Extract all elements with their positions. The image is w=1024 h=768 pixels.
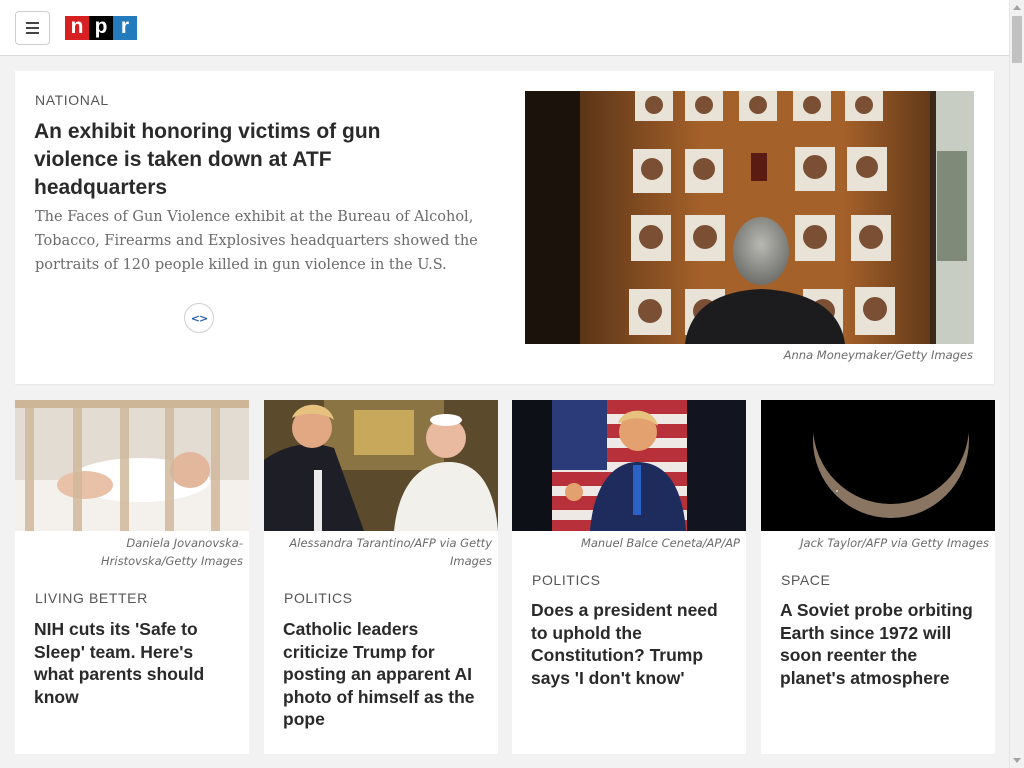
story-kicker[interactable]: POLITICS [532, 572, 601, 588]
featured-story-card: NATIONAL An exhibit honoring victims of … [15, 71, 994, 384]
logo-letter-n: n [65, 16, 89, 40]
story-headline[interactable]: Does a president need to uphold the Cons… [531, 599, 731, 689]
story-headline[interactable]: A Soviet probe orbiting Earth since 1972… [780, 599, 980, 689]
story-card: Daniela Jovanovska-Hristovska/Getty Imag… [15, 400, 249, 754]
featured-headline[interactable]: An exhibit honoring victims of gun viole… [34, 118, 434, 202]
story-card: Manuel Balce Ceneta/AP/AP POLITICS Does … [512, 400, 746, 754]
menu-line [26, 32, 39, 34]
featured-photo-credit: Anna Moneymaker/Getty Images [783, 348, 973, 362]
baby-crib-image [15, 400, 249, 531]
vertical-scrollbar[interactable] [1009, 0, 1024, 768]
scrollbar-thumb[interactable] [1012, 16, 1022, 63]
crescent-moon-image [761, 400, 995, 531]
story-photo-trump-flag[interactable] [512, 400, 746, 531]
logo-letter-p: p [89, 16, 113, 40]
story-photo-crescent-moon[interactable] [761, 400, 995, 531]
story-photo-credit: Alessandra Tarantino/AFP via Getty Image… [289, 536, 492, 568]
menu-line [26, 27, 39, 29]
story-photo-credit: Jack Taylor/AFP via Getty Images [800, 536, 989, 550]
scroll-up-arrow-icon[interactable] [1013, 5, 1021, 10]
story-card: Alessandra Tarantino/AFP via Getty Image… [264, 400, 498, 754]
trump-pope-image [264, 400, 498, 531]
story-photo-trump-pope[interactable] [264, 400, 498, 531]
hamburger-menu-icon[interactable] [15, 11, 50, 45]
featured-kicker[interactable]: NATIONAL [35, 92, 109, 108]
story-headline[interactable]: Catholic leaders criticize Trump for pos… [283, 618, 483, 731]
story-kicker[interactable]: LIVING BETTER [35, 590, 148, 606]
featured-teaser[interactable]: The Faces of Gun Violence exhibit at the… [35, 205, 490, 277]
story-kicker[interactable]: SPACE [781, 572, 830, 588]
story-photo-baby-crib[interactable] [15, 400, 249, 531]
menu-line [26, 22, 39, 24]
site-header: n p r [0, 0, 1009, 56]
portrait-wall-photo [525, 91, 974, 344]
npr-logo[interactable]: n p r [65, 16, 137, 40]
embed-code-icon[interactable]: <> [184, 303, 214, 333]
story-photo-credit: Daniela Jovanovska-Hristovska/Getty Imag… [101, 536, 243, 568]
trump-flag-image [512, 400, 746, 531]
story-kicker[interactable]: POLITICS [284, 590, 353, 606]
scroll-down-arrow-icon[interactable] [1013, 758, 1021, 763]
featured-photo[interactable] [525, 91, 974, 344]
logo-letter-r: r [113, 16, 137, 40]
story-headline[interactable]: NIH cuts its 'Safe to Sleep' team. Here'… [34, 618, 234, 708]
story-card: Jack Taylor/AFP via Getty Images SPACE A… [761, 400, 995, 754]
story-photo-credit: Manuel Balce Ceneta/AP/AP [580, 536, 740, 550]
